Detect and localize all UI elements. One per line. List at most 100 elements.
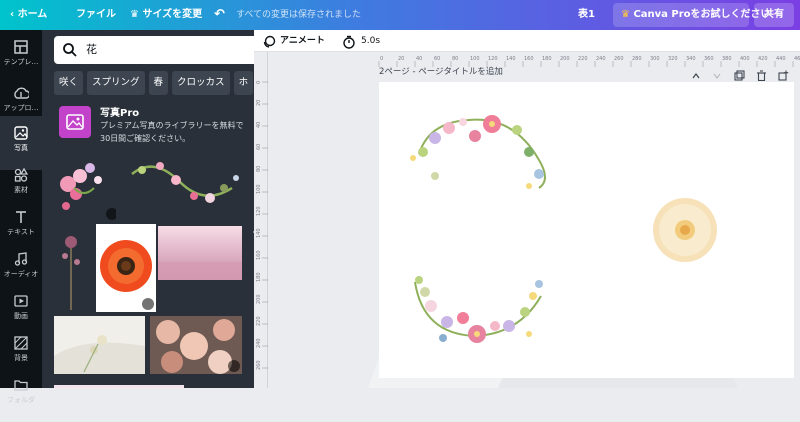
- ruler-label: 240: [596, 56, 606, 62]
- left-rail: テンプレ… アップロ… 写真 素材 テキスト オーディオ 動画 背景 フォルダ: [0, 30, 42, 404]
- chip[interactable]: 春: [148, 71, 169, 95]
- ruler-label: 420: [758, 56, 768, 62]
- sidebar-item-label: 動画: [14, 312, 28, 320]
- animate-icon: [263, 35, 276, 48]
- sidebar-item-label: オーディオ: [3, 270, 39, 278]
- photo-thumbnail-dried-flower[interactable]: [54, 226, 88, 312]
- flower-wreath-top[interactable]: [410, 115, 546, 189]
- ruler-label: 380: [722, 56, 732, 62]
- ruler-label: 180: [542, 56, 552, 62]
- photo-thumbnail-white-flowers[interactable]: [54, 316, 145, 374]
- promo-description: プレミアム写真のライブラリーを無料で30日間ご確認ください。: [100, 121, 244, 143]
- search-icon: [63, 43, 77, 57]
- chevron-left-icon: ‹: [10, 9, 15, 20]
- document-title[interactable]: 表1: [578, 0, 595, 30]
- top-bar: ‹ ホーム ファイル ♛ サイズを変更 ↶ すべての変更は保存されました 表1 …: [0, 0, 800, 30]
- share-button[interactable]: 共有: [754, 3, 794, 27]
- ruler-label: 280: [632, 56, 642, 62]
- timer-button[interactable]: [342, 34, 356, 53]
- chip[interactable]: クロッカス: [172, 71, 230, 95]
- chip[interactable]: スプリング: [87, 71, 145, 95]
- ruler-label: 140: [506, 56, 516, 62]
- ruler-label: 260: [614, 56, 624, 62]
- sidebar-item-label: 背景: [14, 354, 28, 362]
- daisy-flower[interactable]: [653, 198, 717, 262]
- search-box[interactable]: 花: [54, 36, 254, 64]
- sidebar-item-label: 写真: [14, 144, 28, 152]
- ruler-label: 120: [256, 206, 262, 216]
- sidebar-item-label: テキスト: [7, 228, 35, 236]
- elements-icon: [14, 168, 28, 182]
- crown-icon: ♛: [621, 9, 630, 20]
- ruler-label: 60: [256, 144, 262, 150]
- ruler-label: 80: [452, 56, 458, 62]
- folder-icon: [14, 380, 28, 391]
- save-status: すべての変更は保存されました: [236, 10, 362, 20]
- design-page[interactable]: [379, 82, 794, 378]
- ruler-label: 300: [650, 56, 660, 62]
- home-button[interactable]: ‹ ホーム: [10, 0, 47, 30]
- sidebar-item-folder[interactable]: フォルダ: [0, 368, 42, 422]
- ruler-label: 220: [256, 316, 262, 326]
- photo-icon: [14, 126, 28, 140]
- premium-crown-icon: [142, 298, 154, 310]
- sidebar-item-label: 素材: [14, 186, 28, 194]
- ruler-label: 100: [470, 56, 480, 62]
- horizontal-ruler: 0 20 40 60 80 100 120 140 160 180 200 220 240 260 280 3…: [268, 52, 800, 67]
- animate-button[interactable]: [262, 34, 276, 53]
- ruler-label: 40: [416, 56, 422, 62]
- ruler-label: 0: [256, 81, 262, 84]
- ruler-label: 120: [488, 56, 498, 62]
- page-title[interactable]: 2ページ - ページタイトルを追加: [379, 65, 503, 77]
- ruler-label: 320: [668, 56, 678, 62]
- resize-button[interactable]: ♛ サイズを変更: [130, 0, 202, 30]
- ruler-label: 200: [560, 56, 570, 62]
- vertical-ruler: 0 20 40 60 80 100 120 140 160 180 200 220 240 260: [254, 52, 268, 388]
- animate-label[interactable]: アニメート: [280, 30, 325, 52]
- ruler-label: 340: [686, 56, 696, 62]
- ruler-label: 460: [794, 56, 800, 62]
- ruler-label: 40: [256, 122, 262, 128]
- photos-panel: 花 咲く スプリング春クロッカスホ 写真Pro プレミアム写真のライブラリーを無料…: [42, 30, 254, 388]
- photo-thumbnail-pink-soft[interactable]: [54, 380, 184, 388]
- photo-thumbnail-leaves[interactable]: [190, 380, 242, 388]
- ruler-label: 60: [434, 56, 440, 62]
- ruler-label: 180: [256, 272, 262, 282]
- background-icon: [14, 336, 28, 350]
- ruler-label: 440: [776, 56, 786, 62]
- photo-thumbnail-flower-garland[interactable]: [124, 154, 242, 220]
- undo-icon[interactable]: ↶: [214, 0, 225, 30]
- chip[interactable]: ホ: [233, 71, 254, 95]
- ruler-label: 80: [256, 166, 262, 172]
- ruler-label: 20: [398, 56, 404, 62]
- photo-thumbnail-gerbera[interactable]: [96, 224, 156, 312]
- promo-title: 写真Pro: [100, 108, 140, 119]
- ruler-label: 400: [740, 56, 750, 62]
- search-input[interactable]: 花: [86, 36, 97, 64]
- premium-crown-icon: [228, 360, 240, 372]
- photo-pro-icon: [59, 106, 91, 138]
- file-menu[interactable]: ファイル: [76, 0, 116, 30]
- sidebar-item-label: アップロ…: [3, 104, 39, 112]
- photo-thumbnail-pink-field[interactable]: [158, 226, 242, 280]
- resize-label: サイズを変更: [142, 9, 203, 20]
- upload-icon: [14, 87, 29, 99]
- ruler-label: 20: [256, 100, 262, 106]
- duration-label[interactable]: 5.0s: [361, 30, 380, 52]
- ruler-label: 160: [256, 250, 262, 260]
- try-pro-label: Canva Proをお試しください: [633, 9, 771, 20]
- text-icon: [16, 211, 26, 223]
- chip[interactable]: 咲く: [54, 71, 84, 95]
- editor-toolbar: アニメート 5.0s: [254, 30, 800, 52]
- photo-thumbnail-roses[interactable]: [150, 316, 242, 374]
- ruler-label: 240: [256, 338, 262, 348]
- ruler-label: 260: [256, 360, 262, 370]
- premium-crown-icon: [106, 208, 116, 220]
- audio-icon: [14, 252, 28, 266]
- photo-thumbnail-flower-bouquet[interactable]: [54, 154, 116, 220]
- video-icon: [14, 295, 28, 307]
- ruler-label: 200: [256, 294, 262, 304]
- ruler-label: 140: [256, 228, 262, 238]
- try-pro-button[interactable]: ♛ Canva Proをお試しください: [613, 3, 771, 27]
- flower-wreath-bottom[interactable]: [414, 276, 543, 343]
